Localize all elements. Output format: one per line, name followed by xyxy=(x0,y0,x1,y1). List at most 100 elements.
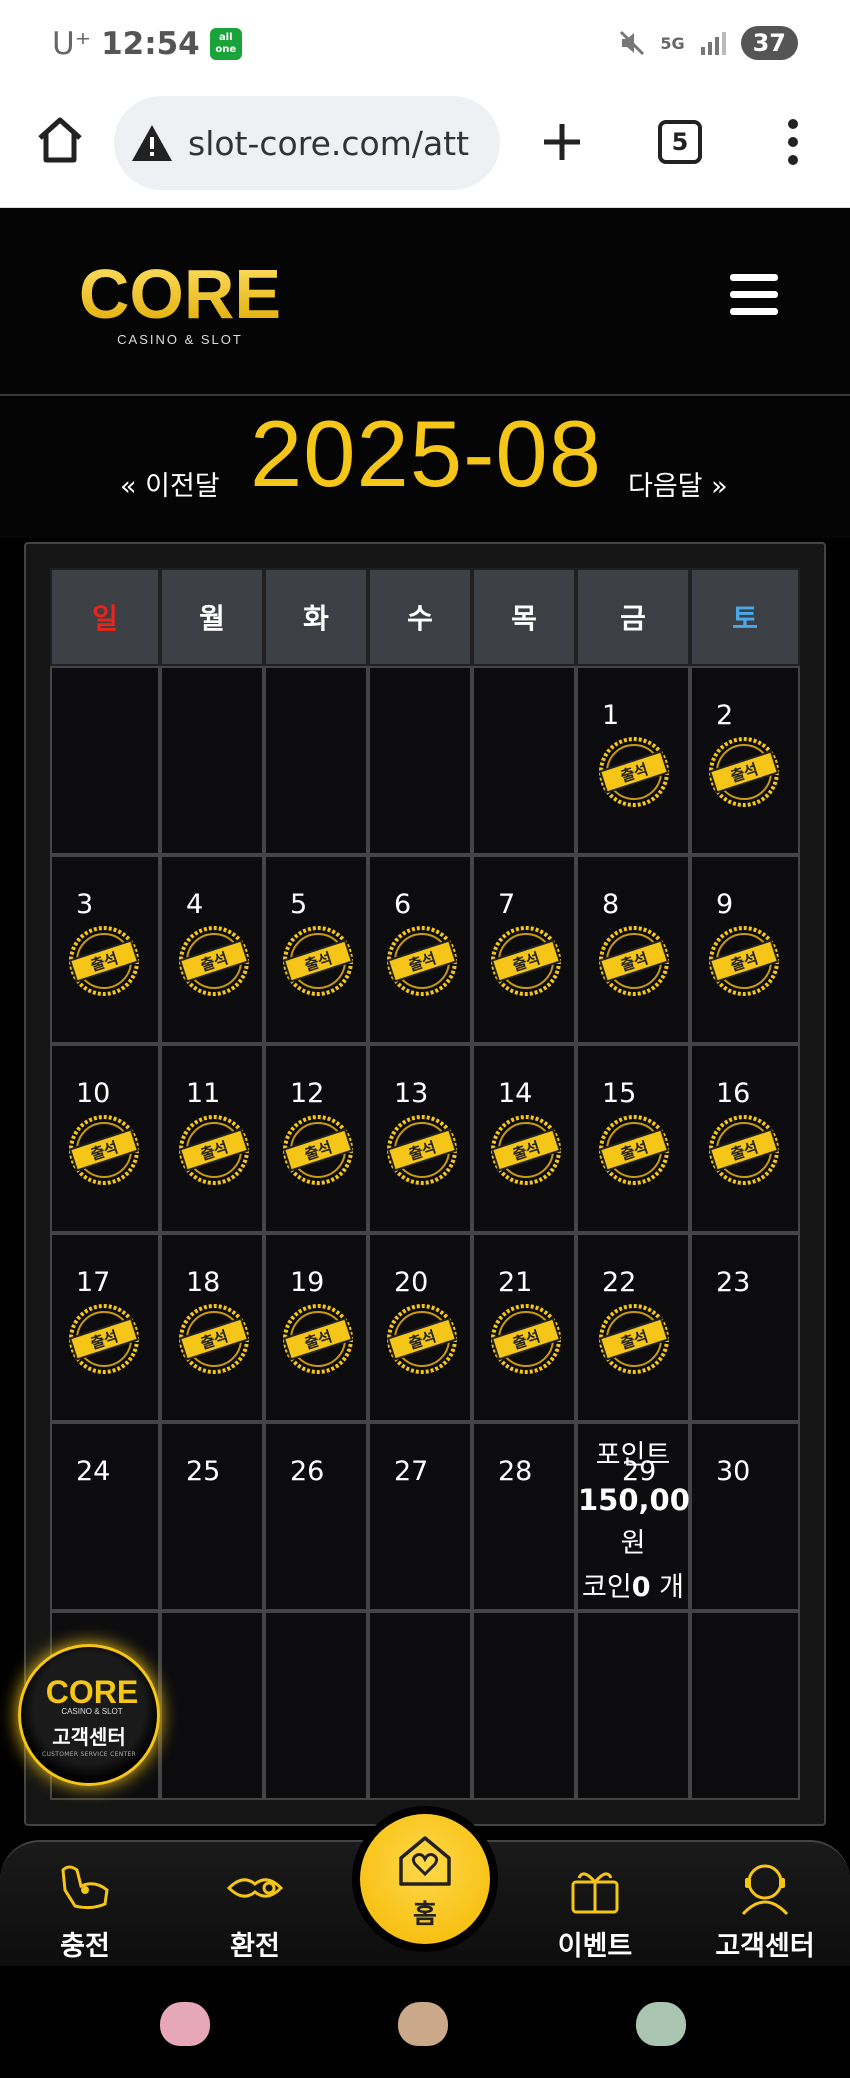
nav-charge[interactable]: 충전 xyxy=(10,1860,160,1963)
nav-support[interactable]: 고객센터 xyxy=(690,1860,840,1963)
system-back-icon[interactable] xyxy=(636,2002,686,2046)
attendance-stamp-icon: 출석 xyxy=(708,1115,780,1185)
calendar-cell-day-17[interactable]: 17 출석 xyxy=(50,1233,160,1422)
day-number: 19 xyxy=(290,1267,325,1298)
calendar-cell-day-2[interactable]: 2 출석 xyxy=(690,666,800,855)
cs-logo-subtext: CASINO & SLOT xyxy=(61,1707,122,1715)
point-label: 포인트 xyxy=(595,1440,671,1471)
calendar-cell-day-24[interactable]: 24 xyxy=(50,1422,160,1611)
prev-month-link[interactable]: « 이전달 xyxy=(120,464,220,503)
hamburger-menu-icon[interactable] xyxy=(730,274,778,318)
calendar-cell-day-14[interactable]: 14 출석 xyxy=(472,1044,576,1233)
url-text[interactable]: slot-core.com/att xyxy=(188,124,469,163)
exchange-icon xyxy=(226,1878,284,1898)
new-tab-icon[interactable] xyxy=(538,118,586,166)
calendar-cell-day-21[interactable]: 21 출석 xyxy=(472,1233,576,1422)
coin-unit: 개 xyxy=(659,1572,684,1603)
calendar-cell-day-25[interactable]: 25 xyxy=(160,1422,264,1611)
network-label: 5G xyxy=(660,33,685,53)
attendance-stamp-icon: 출석 xyxy=(490,926,562,996)
day-number: 7 xyxy=(498,889,516,920)
day-number: 27 xyxy=(394,1456,429,1487)
day-number: 13 xyxy=(394,1078,429,1109)
calendar-cell-day-8[interactable]: 8 출석 xyxy=(576,855,690,1044)
calendar-cell-day-30[interactable]: 30 xyxy=(690,1422,800,1611)
point-value: 150,000 xyxy=(578,1483,711,1517)
calendar-cell-day-26[interactable]: 26 xyxy=(264,1422,368,1611)
calendar-cell-empty xyxy=(368,1611,472,1800)
address-bar[interactable]: slot-core.com/att xyxy=(114,96,500,190)
calendar-cell-day-19[interactable]: 19 출석 xyxy=(264,1233,368,1422)
calendar-cell-day-22[interactable]: 22 출석 xyxy=(576,1233,690,1422)
logo-subtext: CASINO & SLOT xyxy=(117,332,243,347)
calendar-cell-day-4[interactable]: 4 출석 xyxy=(160,855,264,1044)
calendar-cell-day-5[interactable]: 5 출석 xyxy=(264,855,368,1044)
day-number: 14 xyxy=(498,1078,533,1109)
point-unit: 원 xyxy=(620,1528,646,1559)
weekday-thu: 목 xyxy=(472,568,576,666)
attendance-calendar: 일 월 화 수 목 금 토 1 출석 2 출석 3 출석 4 출석 5 출석 6 출석 7 출… xyxy=(24,542,826,1826)
tab-switcher-button[interactable]: 5 xyxy=(658,120,702,164)
calendar-cell-day-12[interactable]: 12 출석 xyxy=(264,1044,368,1233)
calendar-cell-day-13[interactable]: 13 출석 xyxy=(368,1044,472,1233)
day-number: 22 xyxy=(602,1267,637,1298)
attendance-stamp-icon: 출석 xyxy=(386,1115,458,1185)
calendar-cell-empty xyxy=(472,1611,576,1800)
attendance-stamp-icon: 출석 xyxy=(598,737,670,807)
calendar-cell-day-20[interactable]: 20 출석 xyxy=(368,1233,472,1422)
calendar-cell-day-6[interactable]: 6 출석 xyxy=(368,855,472,1044)
cs-logo-text: CORE xyxy=(46,1675,138,1710)
attendance-stamp-icon: 출석 xyxy=(178,926,250,996)
calendar-cell-day-1[interactable]: 1 출석 xyxy=(576,666,690,855)
weekday-sun: 일 xyxy=(50,568,160,666)
calendar-cell-empty xyxy=(472,666,576,855)
calendar-cell-empty xyxy=(690,1611,800,1800)
nav-event[interactable]: 이벤트 xyxy=(520,1860,670,1963)
calendar-cell-day-29[interactable]: 29 포인트 150,000 원 코인0 개 xyxy=(576,1422,711,1611)
calendar-cell-empty xyxy=(576,1611,690,1800)
attendance-stamp-icon: 출석 xyxy=(708,737,780,807)
calendar-cell-empty xyxy=(264,1611,368,1800)
support-subtitle: CUSTOMER SERVICE CENTER xyxy=(41,1751,137,1758)
attendance-stamp-icon: 출석 xyxy=(708,926,780,996)
calendar-cell-day-10[interactable]: 10 출석 xyxy=(50,1044,160,1233)
attendance-stamp-icon: 출석 xyxy=(68,1304,140,1374)
calendar-cell-day-3[interactable]: 3 출석 xyxy=(50,855,160,1044)
calendar-cell-day-23[interactable]: 23 xyxy=(690,1233,800,1422)
attendance-stamp-icon: 출석 xyxy=(386,926,458,996)
nav-home-button[interactable]: 홈 xyxy=(352,1806,498,1952)
nav-event-label: 이벤트 xyxy=(557,1931,633,1962)
day-number: 1 xyxy=(602,700,620,731)
day-number: 9 xyxy=(716,889,734,920)
attendance-stamp-icon: 출석 xyxy=(68,1115,140,1185)
recent-apps-icon[interactable] xyxy=(160,2002,210,2046)
calendar-cell-day-16[interactable]: 16 출석 xyxy=(690,1044,800,1233)
core-logo[interactable]: CORE CASINO & SLOT xyxy=(70,260,290,350)
floating-support-button[interactable]: CORE CASINO & SLOT 고객센터 CUSTOMER SERVICE… xyxy=(18,1644,160,1786)
battery-indicator: 37 xyxy=(740,26,798,60)
day-number: 6 xyxy=(394,889,412,920)
calendar-cell-day-15[interactable]: 15 출석 xyxy=(576,1044,690,1233)
calendar-cell-day-7[interactable]: 7 출석 xyxy=(472,855,576,1044)
coin-label: 코인 xyxy=(582,1572,632,1603)
gift-icon xyxy=(571,1872,619,1914)
today-reward-info: 포인트 150,000 원 코인0 개 xyxy=(578,1434,711,1610)
day-number: 23 xyxy=(716,1267,751,1298)
calendar-cell-day-28[interactable]: 28 xyxy=(472,1422,576,1611)
more-menu-icon[interactable] xyxy=(782,118,804,166)
system-home-icon[interactable] xyxy=(398,2002,448,2046)
next-month-link[interactable]: 다음달 » xyxy=(628,464,728,503)
calendar-cell-day-18[interactable]: 18 출석 xyxy=(160,1233,264,1422)
calendar-cell-day-11[interactable]: 11 출석 xyxy=(160,1044,264,1233)
signal-icon xyxy=(700,32,726,55)
attendance-stamp-icon: 출석 xyxy=(490,1115,562,1185)
home-icon[interactable] xyxy=(34,114,86,166)
warning-icon[interactable] xyxy=(130,123,174,163)
nav-exchange[interactable]: 환전 xyxy=(180,1860,330,1963)
attendance-stamp-icon: 출석 xyxy=(282,1115,354,1185)
day-number: 2 xyxy=(716,700,734,731)
calendar-cell-day-27[interactable]: 27 xyxy=(368,1422,472,1611)
day-number: 17 xyxy=(76,1267,111,1298)
calendar-cell-day-9[interactable]: 9 출석 xyxy=(690,855,800,1044)
logo-text: CORE xyxy=(79,260,281,333)
